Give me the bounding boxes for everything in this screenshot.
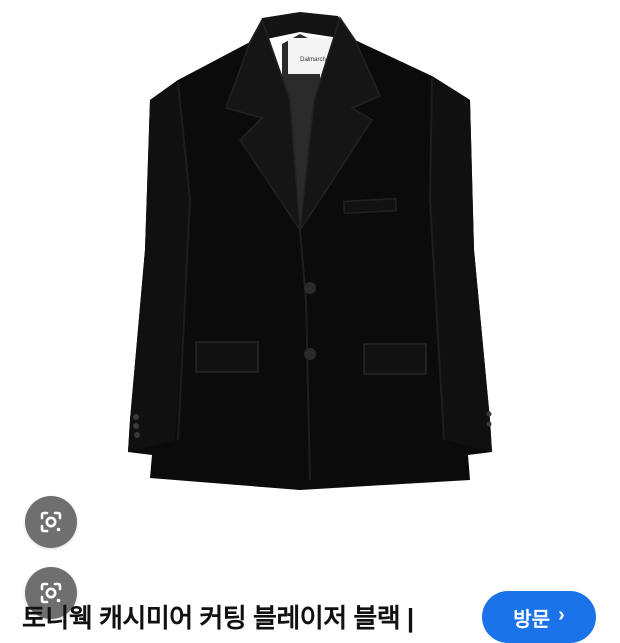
chevron-right-icon: › — [558, 604, 565, 626]
brand-label-text: Dalmarch — [300, 57, 326, 63]
google-lens-icon — [40, 511, 62, 533]
product-image[interactable]: Dalmarch — [0, 0, 620, 500]
visit-button-label: 방문 — [513, 609, 551, 631]
product-title[interactable]: 토니웩 캐시미어 커팅 블레이저 블랙 | — [22, 601, 414, 635]
blazer-illustration: Dalmarch — [128, 12, 492, 490]
lens-search-button[interactable] — [25, 496, 77, 548]
visit-button[interactable]: 방문 › — [482, 591, 596, 643]
